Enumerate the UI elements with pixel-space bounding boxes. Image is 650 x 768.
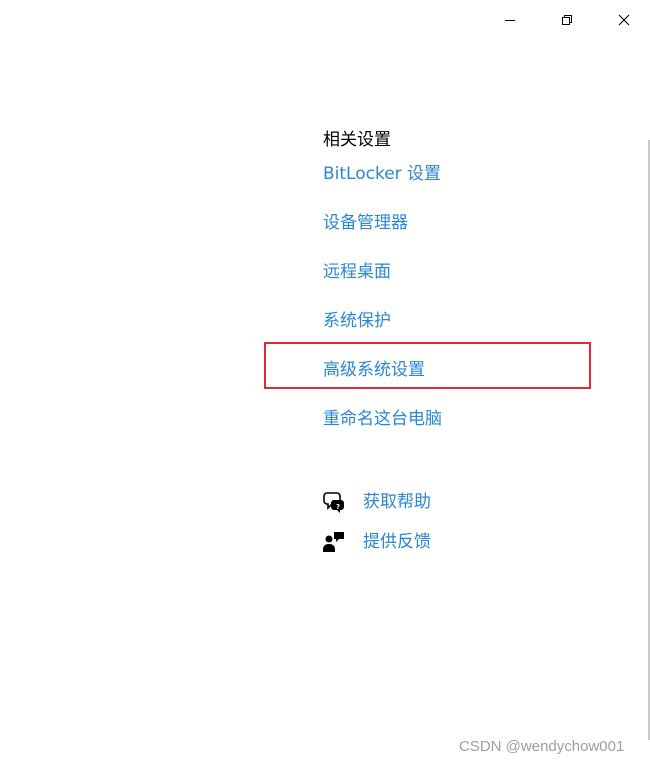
watermark-text: CSDN @wendychow001 bbox=[459, 738, 625, 755]
minimize-button[interactable] bbox=[487, 0, 533, 40]
feedback-link[interactable]: 提供反馈 bbox=[322, 530, 431, 554]
chat-help-icon: ? bbox=[322, 490, 346, 514]
restore-icon bbox=[562, 15, 572, 25]
get-help-link[interactable]: ? 获取帮助 bbox=[322, 490, 431, 514]
minimize-icon bbox=[505, 20, 515, 21]
restore-button[interactable] bbox=[544, 0, 590, 40]
rename-pc-link[interactable]: 重命名这台电脑 bbox=[323, 408, 442, 430]
bitlocker-settings-link[interactable]: BitLocker 设置 bbox=[323, 163, 441, 185]
svg-text:?: ? bbox=[336, 503, 340, 511]
system-protection-link[interactable]: 系统保护 bbox=[323, 310, 391, 332]
feedback-person-icon bbox=[322, 530, 346, 554]
get-help-label: 获取帮助 bbox=[363, 492, 431, 512]
advanced-system-settings-link[interactable]: 高级系统设置 bbox=[323, 359, 425, 381]
feedback-label: 提供反馈 bbox=[363, 532, 431, 552]
related-settings-title: 相关设置 bbox=[323, 130, 391, 150]
device-manager-link[interactable]: 设备管理器 bbox=[323, 212, 408, 234]
remote-desktop-link[interactable]: 远程桌面 bbox=[323, 261, 391, 283]
highlight-annotation-box bbox=[264, 342, 591, 389]
close-button[interactable] bbox=[601, 0, 647, 40]
close-icon bbox=[618, 14, 630, 26]
